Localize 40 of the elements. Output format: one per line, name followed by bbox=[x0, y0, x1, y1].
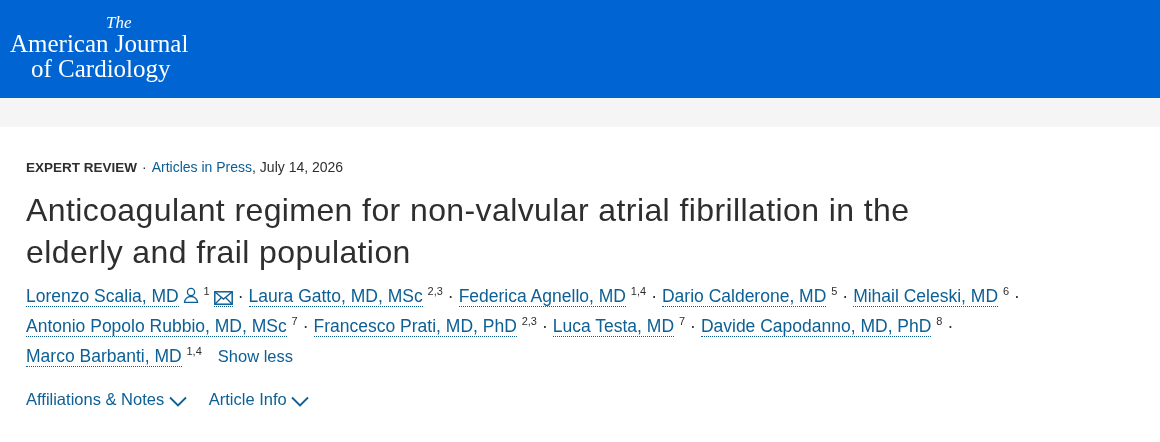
dropdown-toggle[interactable]: Affiliations & Notes bbox=[26, 387, 187, 413]
affiliation-number: 7 bbox=[678, 315, 686, 328]
author-link[interactable]: Marco Barbanti, MD bbox=[26, 346, 182, 368]
separator-dot: · bbox=[447, 286, 454, 307]
affiliation-number: 1,4 bbox=[630, 285, 647, 298]
author-link[interactable]: Davide Capodanno, MD, PhD bbox=[700, 316, 932, 338]
author-link[interactable]: Federica Agnello, MD bbox=[458, 286, 626, 308]
author-link[interactable]: Mihail Celeski, MD bbox=[853, 286, 999, 308]
affiliation-number: 1 bbox=[203, 285, 210, 298]
separator-dot: · bbox=[237, 286, 244, 307]
separator-dot: · bbox=[541, 316, 548, 337]
chevron-down-icon bbox=[168, 395, 187, 407]
chevron-down-icon bbox=[291, 395, 310, 407]
journal-logo[interactable]: The American Journal of Cardiology bbox=[10, 14, 189, 81]
affiliation-number: 5 bbox=[831, 285, 838, 298]
author-link[interactable]: Francesco Prati, MD, PhD bbox=[313, 316, 517, 338]
author-link[interactable]: Luca Testa, MD bbox=[552, 316, 675, 338]
author-link[interactable]: Antonio Popolo Rubbio, MD, MSc bbox=[26, 316, 287, 338]
separator-dot: · bbox=[842, 286, 849, 307]
dropdown-toggle[interactable]: Article Info bbox=[208, 387, 310, 413]
email-icon[interactable] bbox=[213, 288, 233, 307]
author-link[interactable]: Lorenzo Scalia, MD bbox=[26, 286, 179, 308]
article-type: EXPERT REVIEW bbox=[26, 159, 138, 177]
author-link[interactable]: Dario Calderone, MD bbox=[661, 286, 827, 308]
separator-dot: · bbox=[142, 158, 147, 177]
affiliation-number: 6 bbox=[1002, 285, 1010, 298]
separator-dot: · bbox=[651, 286, 657, 307]
show-less-link[interactable]: Show less bbox=[217, 347, 293, 366]
author-link[interactable]: Laura Gatto, MD, MSc bbox=[248, 286, 423, 308]
separator-dot: · bbox=[302, 316, 309, 337]
affiliation-number: 2,3 bbox=[521, 315, 537, 328]
separator-dot: · bbox=[947, 316, 954, 337]
separator-dot: · bbox=[690, 316, 696, 337]
article-title: Anticoagulant regimen for non-valvular atrial fibrillation in the elderly and frail population bbox=[26, 191, 911, 272]
affiliation-number: 2,3 bbox=[427, 285, 443, 298]
affiliation-number: 1,4 bbox=[186, 345, 202, 358]
affiliation-number: 8 bbox=[936, 315, 943, 328]
publication-date: , July 14, 2026 bbox=[252, 158, 344, 177]
separator-dot: · bbox=[1014, 286, 1020, 307]
affiliation-number: 7 bbox=[291, 315, 298, 328]
